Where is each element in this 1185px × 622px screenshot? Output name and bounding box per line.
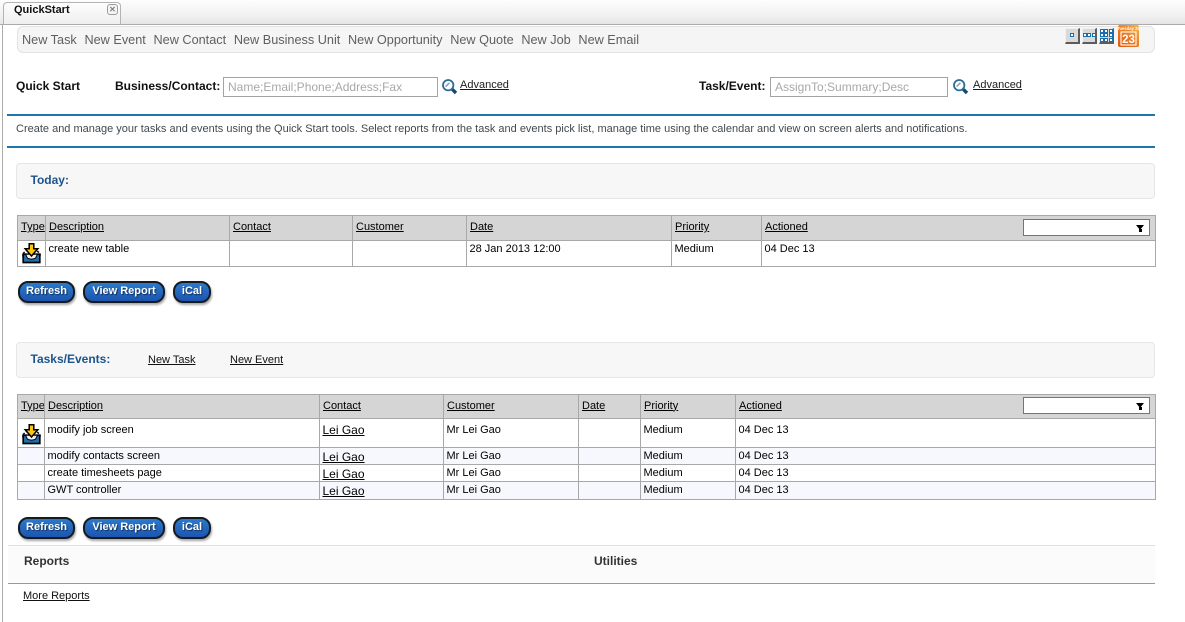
svg-text:Tuesday 23: Tuesday 23 — [1118, 26, 1139, 31]
svg-text:23: 23 — [1122, 34, 1135, 46]
